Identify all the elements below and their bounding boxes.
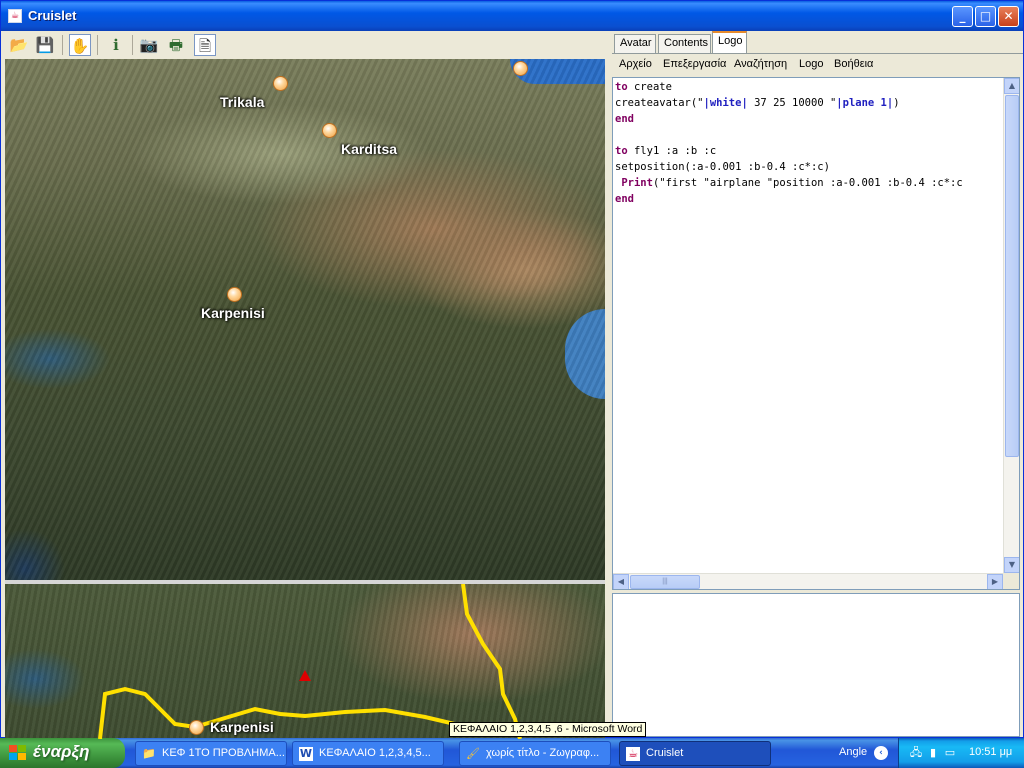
scroll-left-icon[interactable]: ◀: [613, 574, 629, 589]
scroll-down-icon[interactable]: ▼: [1004, 557, 1019, 573]
system-tray: 🖧 ▮ ▭ 10:51 μμ: [898, 738, 1024, 768]
app-window: ☕ Cruislet _ □ ✕ 📂 💾 ✋ ℹ 📷 🖶 🗎 Trikala K…: [0, 0, 1024, 739]
show-hidden-icons-icon[interactable]: ‹: [874, 746, 888, 760]
menu-edit[interactable]: Επεξεργασία: [663, 58, 726, 70]
start-label: έναρξη: [33, 742, 90, 761]
code-text: createavatar(": [615, 97, 704, 109]
taskbar-item-label: ΚΕΦΑΛΑΙΟ 1,2,3,4,5...: [319, 747, 431, 759]
maximize-button[interactable]: □: [975, 6, 996, 27]
menu-logo[interactable]: Logo: [799, 58, 823, 70]
text-frame-icon[interactable]: 🗎: [194, 34, 216, 56]
place-dot-icon: [227, 287, 242, 302]
vertical-scrollbar[interactable]: ▲ ▼: [1003, 78, 1019, 573]
language-bar[interactable]: Angle: [839, 746, 867, 758]
folder-icon: 📁: [142, 747, 156, 760]
code-text: fly1 :a :b :c: [627, 145, 717, 157]
taskbar-tooltip: ΚΕΦΑΛΑΙΟ 1,2,3,4,5 ,6 - Microsoft Word: [449, 722, 647, 737]
map-view-overview[interactable]: Karpenisi: [5, 584, 605, 739]
tab-contents[interactable]: Contents: [658, 34, 711, 53]
place-dot-icon: [322, 123, 337, 138]
keyword: Print: [615, 177, 653, 189]
windows-logo-icon: [9, 745, 27, 761]
horizontal-scrollbar[interactable]: ◀ ||| ▶: [613, 573, 1003, 589]
code-editor[interactable]: to create createavatar("|white| 37 25 10…: [612, 77, 1020, 590]
code-line: to fly1 :a :b :c: [615, 145, 716, 157]
code-line: Print("first "airplane "position :a-0.00…: [615, 177, 963, 189]
display-icon[interactable]: ▭: [943, 746, 957, 760]
code-line: to create: [615, 81, 672, 93]
signal-icon[interactable]: ▮: [926, 746, 940, 760]
code-text: create: [627, 81, 672, 93]
code-line: end: [615, 193, 634, 205]
start-button[interactable]: έναρξη: [0, 738, 125, 768]
avatar-position-marker[interactable]: [299, 670, 311, 681]
map-view-3d[interactable]: Trikala Karditsa Karpenisi: [5, 59, 605, 580]
network-icon[interactable]: 🖧: [909, 746, 923, 760]
menu-help[interactable]: Βοήθεια: [834, 58, 873, 70]
paint-icon: 🖌: [466, 747, 480, 760]
info-icon[interactable]: ℹ: [105, 34, 127, 56]
route-path: [98, 584, 522, 739]
place-label: Karditsa: [341, 141, 398, 157]
taskbar: έναρξη 📁 ΚΕΦ 1ΤΟ ΠΡΟΒΛΗΜΑ... W ΚΕΦΑΛΑΙΟ …: [0, 738, 1024, 768]
menu-file[interactable]: Αρχείο: [619, 58, 652, 70]
output-pane[interactable]: [612, 593, 1020, 737]
place-dot-icon: [189, 720, 204, 735]
toolbar-separator: [62, 35, 63, 55]
java-cup-icon: ☕: [626, 747, 640, 761]
code-string: |plane 1|: [836, 97, 894, 109]
scroll-thumb[interactable]: |||: [630, 575, 700, 589]
place-label: Trikala: [220, 94, 265, 110]
minimize-button[interactable]: _: [952, 6, 973, 27]
save-disk-icon[interactable]: 💾: [34, 34, 56, 56]
toolbar-separator: [132, 35, 133, 55]
place-label: Karpenisi: [210, 719, 274, 735]
taskbar-item-label: χωρίς τίτλο - Ζωγραφ...: [486, 747, 600, 759]
open-folder-icon[interactable]: 📂: [8, 34, 30, 56]
taskbar-item-paint[interactable]: 🖌 χωρίς τίτλο - Ζωγραφ...: [459, 741, 611, 766]
map-toolbar: 📂 💾 ✋ ℹ 📷 🖶 🗎: [1, 31, 608, 59]
keyword: to: [615, 145, 628, 157]
clock[interactable]: 10:51 μμ: [969, 746, 1012, 758]
scroll-right-icon[interactable]: ▶: [987, 574, 1003, 589]
close-button[interactable]: ✕: [998, 6, 1019, 27]
hand-pan-icon[interactable]: ✋: [69, 34, 91, 56]
code-line: setposition(:a-0.001 :b-0.4 :c*:c): [615, 161, 830, 173]
menu-search[interactable]: Αναζήτηση: [734, 58, 787, 70]
code-line: createavatar("|white| 37 25 10000 "|plan…: [615, 97, 900, 109]
code-text: ): [893, 97, 900, 109]
tab-border: [612, 53, 1023, 54]
scroll-up-icon[interactable]: ▲: [1004, 78, 1019, 94]
keyword: to: [615, 81, 628, 93]
window-title: Cruislet: [28, 8, 77, 23]
taskbar-item-folder[interactable]: 📁 ΚΕΦ 1ΤΟ ΠΡΟΒΛΗΜΑ...: [135, 741, 287, 766]
toolbar-separator: [97, 35, 98, 55]
code-line: end: [615, 113, 634, 125]
word-icon: W: [299, 747, 313, 761]
code-text: 37 25 10000 ": [747, 97, 837, 109]
title-bar[interactable]: ☕ Cruislet _ □ ✕: [1, 1, 1023, 31]
taskbar-item-label: ΚΕΦ 1ΤΟ ΠΡΟΒΛΗΜΑ...: [162, 747, 285, 759]
place-dot-icon: [513, 61, 528, 76]
java-cup-icon: ☕: [8, 9, 22, 23]
printer-icon[interactable]: 🖶: [165, 34, 187, 56]
place-dot-icon: [273, 76, 288, 91]
tab-logo[interactable]: Logo: [712, 31, 747, 54]
scroll-thumb[interactable]: [1005, 95, 1019, 457]
scroll-corner: [1003, 573, 1019, 589]
menu-bar: Αρχείο Επεξεργασία Αναζήτηση Logo Βοήθει…: [612, 55, 1022, 75]
camera-icon[interactable]: 📷: [138, 34, 160, 56]
place-label: Karpenisi: [201, 305, 265, 321]
taskbar-item-word[interactable]: W ΚΕΦΑΛΑΙΟ 1,2,3,4,5...: [292, 741, 444, 766]
sea-area: [565, 309, 605, 399]
taskbar-item-cruislet[interactable]: ☕ Cruislet: [619, 741, 771, 766]
taskbar-item-label: Cruislet: [646, 747, 684, 759]
logo-panel: Avatar Contents Logo Αρχείο Επεξεργασία …: [610, 31, 1023, 737]
code-string: |white|: [703, 97, 748, 109]
tab-avatar[interactable]: Avatar: [614, 34, 656, 53]
code-text: ("first "airplane "position :a-0.001 :b-…: [652, 177, 963, 189]
